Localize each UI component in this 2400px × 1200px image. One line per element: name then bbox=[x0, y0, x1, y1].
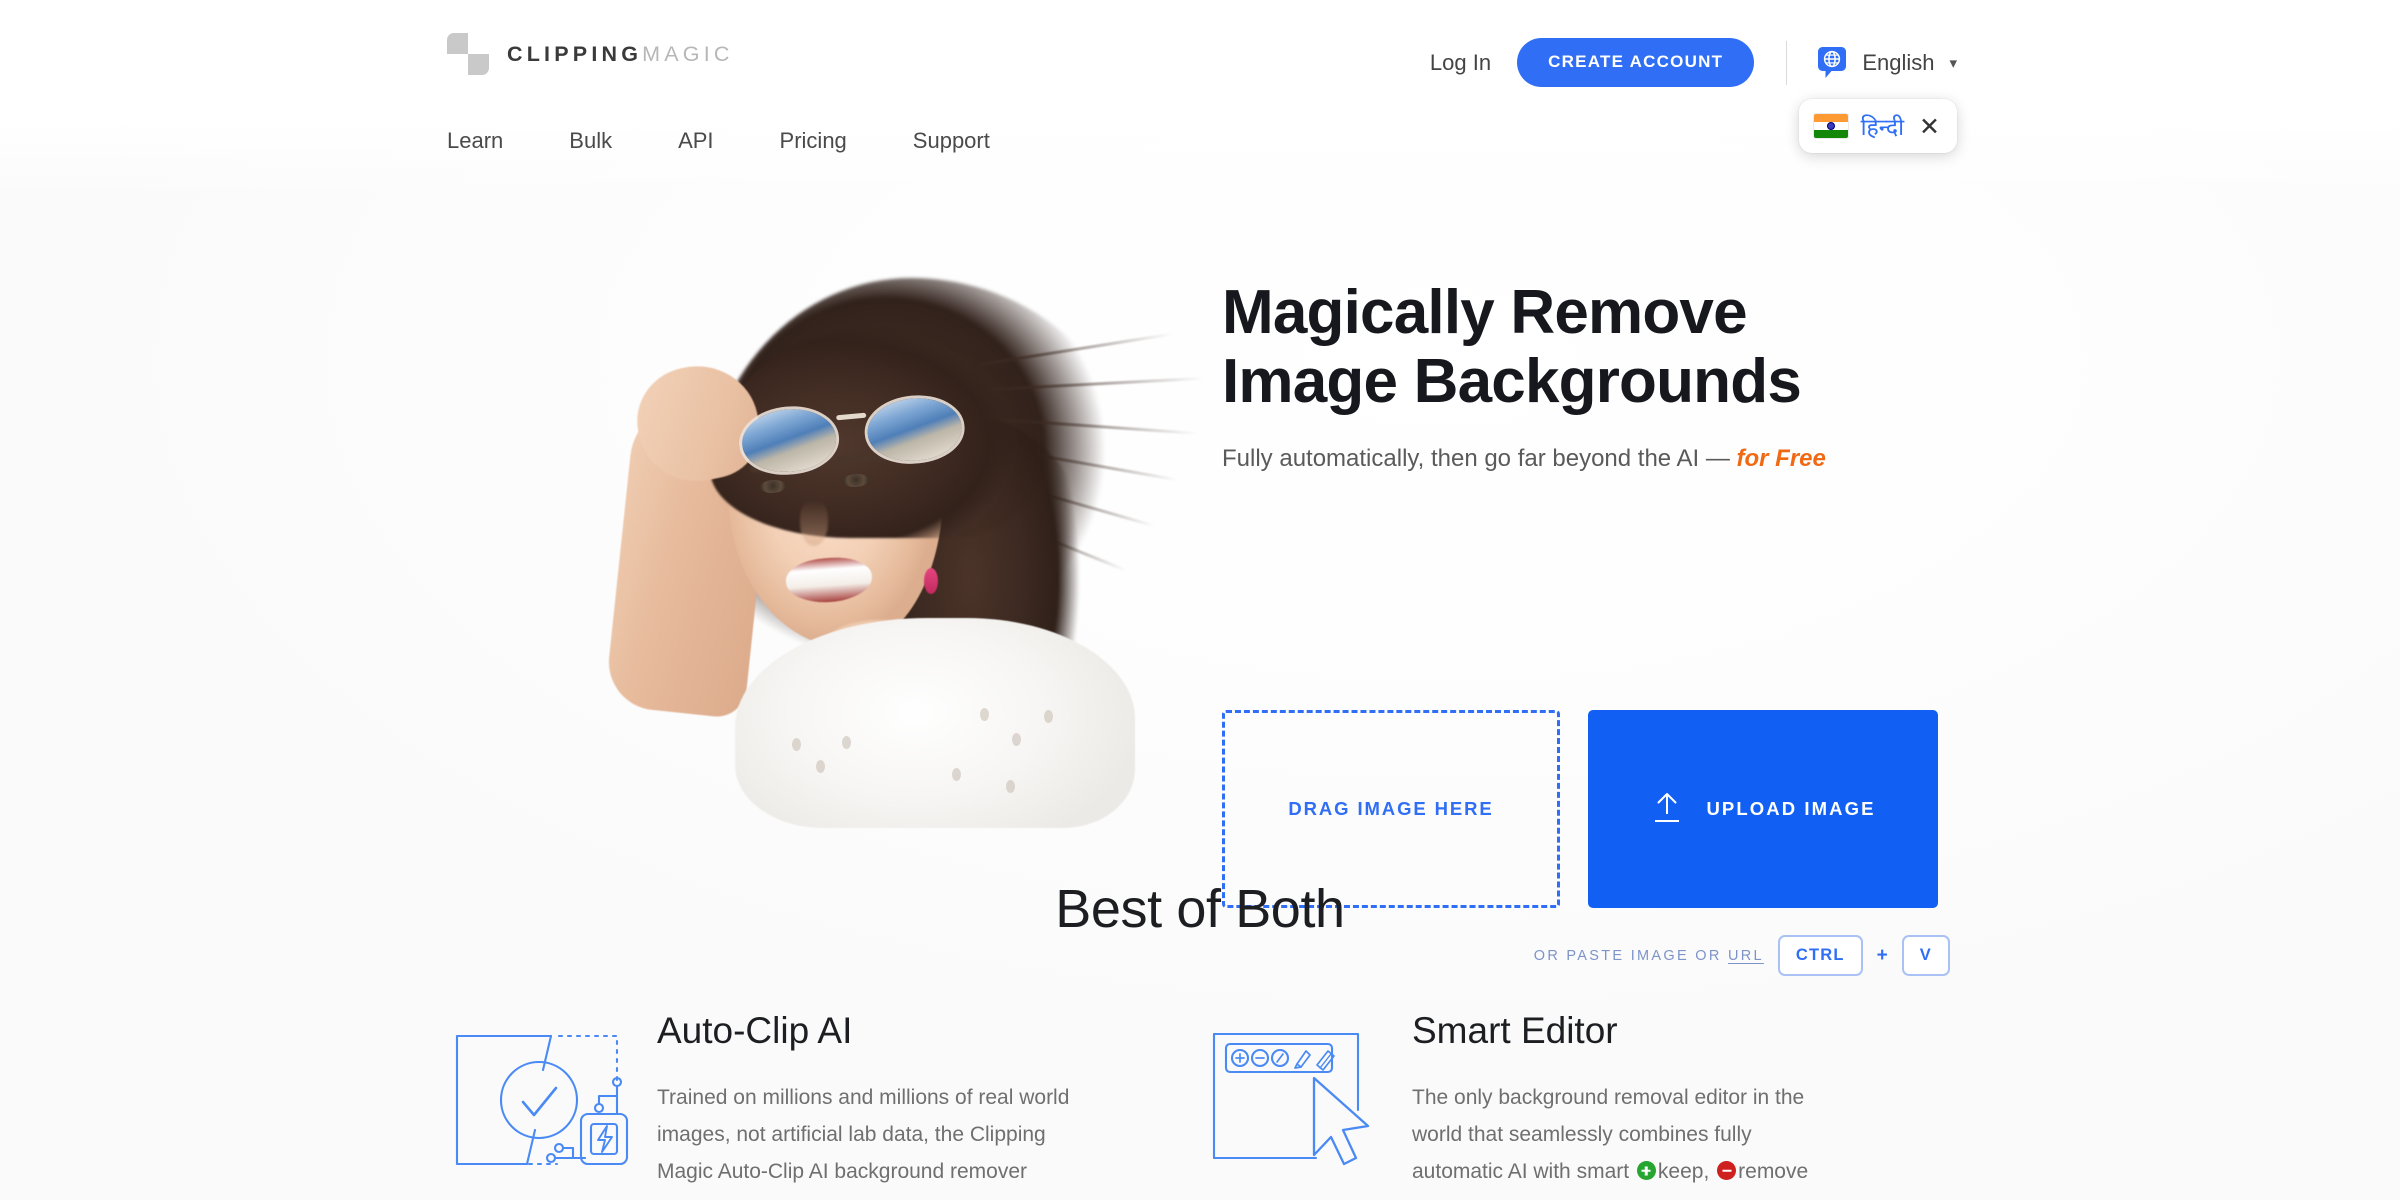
site-header: CLIPPINGMAGIC Log In CREATE ACCOUNT Engl… bbox=[0, 0, 2400, 200]
paste-hint-prefix: OR PASTE IMAGE OR bbox=[1533, 947, 1728, 964]
hero-subhead-accent: for Free bbox=[1736, 444, 1826, 472]
main-navigation: Learn Bulk API Pricing Support bbox=[447, 128, 990, 154]
paste-hint-text: OR PASTE IMAGE OR URL bbox=[1534, 948, 1764, 964]
header-actions: Log In CREATE ACCOUNT English ▾ bbox=[1430, 38, 1957, 87]
logo-text-light: MAGIC bbox=[642, 41, 734, 66]
key-v[interactable]: V bbox=[1901, 935, 1950, 976]
hero-subhead-main: Fully automatically, then go far beyond … bbox=[1222, 444, 1737, 472]
nav-item-support[interactable]: Support bbox=[913, 128, 990, 154]
feature-text-smart-editor: The only background removal editor in th… bbox=[1412, 1079, 1842, 1191]
logo-text: CLIPPINGMAGIC bbox=[507, 42, 734, 67]
feature-body-auto-clip-ai: Auto-Clip AI Trained on millions and mil… bbox=[657, 1010, 1087, 1193]
hero-section: Magically Remove Image Backgrounds Fully… bbox=[0, 200, 2400, 976]
hero-headline: Magically Remove Image Backgrounds bbox=[1222, 278, 1982, 417]
keep-marker-icon bbox=[1636, 1161, 1656, 1181]
feature-text-keep: keep bbox=[1657, 1160, 1704, 1184]
logo-text-bold: CLIPPING bbox=[507, 41, 643, 66]
language-suggestion-label[interactable]: हिन्दी bbox=[1861, 110, 1904, 142]
upload-arrow-icon bbox=[1650, 790, 1684, 829]
language-label: English bbox=[1862, 49, 1935, 75]
header-divider bbox=[1786, 40, 1788, 85]
create-account-button[interactable]: CREATE ACCOUNT bbox=[1517, 38, 1755, 87]
feature-text-remove: remove bbox=[1738, 1160, 1809, 1184]
remove-marker-icon bbox=[1717, 1161, 1737, 1181]
upload-button-label: UPLOAD IMAGE bbox=[1706, 798, 1876, 819]
india-flag-icon bbox=[1813, 114, 1848, 138]
language-selector[interactable]: English ▾ bbox=[1815, 46, 1957, 80]
feature-title-smart-editor: Smart Editor bbox=[1412, 1010, 1618, 1051]
key-ctrl[interactable]: CTRL bbox=[1777, 935, 1863, 976]
section-title-best-of-both: Best of Both bbox=[1055, 879, 1345, 939]
hero-subhead: Fully automatically, then go far beyond … bbox=[1222, 445, 1982, 473]
header-inner: CLIPPINGMAGIC Log In CREATE ACCOUNT Engl… bbox=[447, 0, 1957, 200]
feature-auto-clip-ai: Auto-Clip AI Trained on millions and mil… bbox=[447, 1010, 1202, 1193]
key-plus-sign: + bbox=[1876, 944, 1888, 966]
language-suggestion-chip[interactable]: हिन्दी ✕ bbox=[1798, 99, 1957, 153]
feature-body-smart-editor: Smart Editor The only background removal… bbox=[1412, 1010, 1842, 1193]
logo[interactable]: CLIPPINGMAGIC bbox=[447, 33, 734, 75]
globe-speech-bubble-icon bbox=[1815, 46, 1849, 80]
nav-item-pricing[interactable]: Pricing bbox=[780, 128, 847, 154]
close-icon[interactable]: ✕ bbox=[1919, 114, 1940, 139]
feature-text-auto-clip-ai: Trained on millions and millions of real… bbox=[657, 1085, 1070, 1184]
hero-copy: Magically Remove Image Backgrounds Fully… bbox=[1222, 278, 1982, 473]
auto-clip-ai-chip-icon bbox=[447, 1010, 657, 1193]
hero-headline-line2: Image Backgrounds bbox=[1222, 347, 1802, 417]
nav-item-api[interactable]: API bbox=[678, 128, 713, 154]
dropzone-label: DRAG IMAGE HERE bbox=[1288, 798, 1494, 819]
chevron-down-icon: ▾ bbox=[1949, 54, 1957, 72]
checkerboard-logo-icon bbox=[447, 33, 489, 75]
feature-text-mid: , bbox=[1703, 1160, 1716, 1184]
landing-page: CLIPPINGMAGIC Log In CREATE ACCOUNT Engl… bbox=[0, 0, 2400, 1200]
nav-item-learn[interactable]: Learn bbox=[447, 128, 503, 154]
smart-editor-window-cursor-icon bbox=[1202, 1010, 1412, 1193]
hero-headline-line1: Magically Remove bbox=[1222, 278, 1748, 347]
feature-smart-editor: Smart Editor The only background removal… bbox=[1202, 1010, 1957, 1193]
hero-photo bbox=[560, 268, 1205, 828]
paste-hint-row: OR PASTE IMAGE OR URL CTRL + V bbox=[1222, 935, 1950, 976]
features-row: Auto-Clip AI Trained on millions and mil… bbox=[447, 1010, 1957, 1193]
nav-item-bulk[interactable]: Bulk bbox=[569, 128, 612, 154]
paste-url-link[interactable]: URL bbox=[1728, 948, 1764, 964]
login-link[interactable]: Log In bbox=[1430, 50, 1491, 76]
feature-title-auto-clip-ai: Auto-Clip AI bbox=[657, 1010, 853, 1051]
